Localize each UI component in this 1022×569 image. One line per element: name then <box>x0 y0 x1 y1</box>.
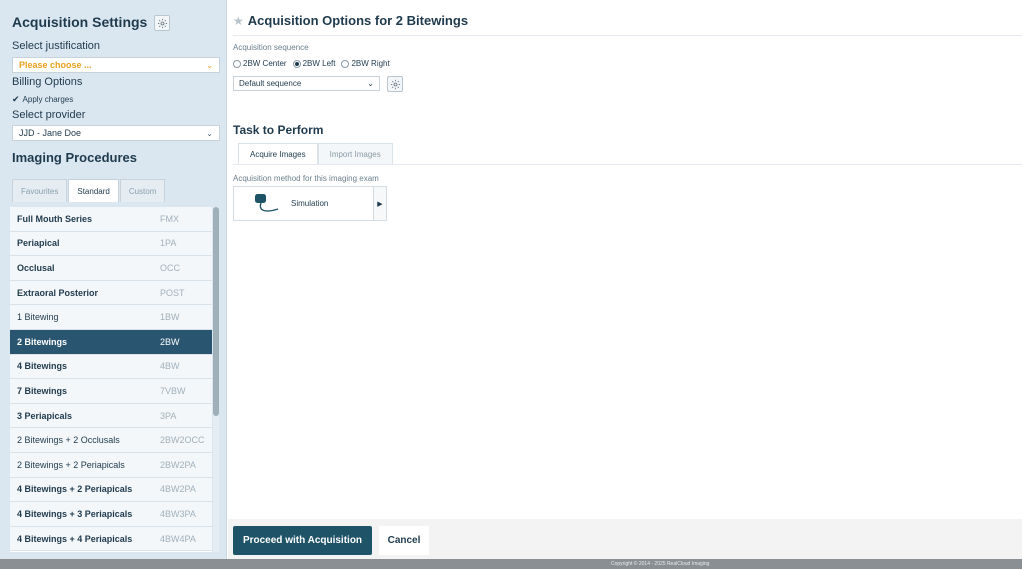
radio-dot <box>341 59 350 68</box>
radio-2bw-right[interactable]: 2BW Right <box>341 59 390 68</box>
procedure-list: Full Mouth Series FMX Periapical 1PA Occlu… <box>10 207 212 552</box>
settings-title: Acquisition Settings <box>12 14 148 30</box>
list-item[interactable]: Occlusal OCC <box>10 256 212 281</box>
settings-gear-button[interactable] <box>154 15 171 32</box>
sequence-label: Acquisition sequence <box>233 43 309 52</box>
method-label: Acquisition method for this imaging exam <box>233 174 379 183</box>
page-title-row: ★ Acquisition Options for 2 Bitewings <box>233 13 468 28</box>
justification-select[interactable]: Please choose ... ⌄ <box>12 57 220 73</box>
check-icon: ✔ <box>12 94 20 104</box>
justification-value: Please choose ... <box>19 60 92 70</box>
sequence-select[interactable]: Default sequence ⌄ <box>233 76 380 91</box>
method-value: Simulation <box>291 199 329 208</box>
billing-label: Billing Options <box>12 76 83 88</box>
list-item[interactable]: Extraoral Posterior POST <box>10 280 212 306</box>
sensor-icon <box>255 193 279 212</box>
tab-acquire-images[interactable]: Acquire Images <box>238 143 318 164</box>
gear-icon <box>390 79 400 89</box>
radio-2bw-left[interactable]: 2BW Left <box>292 59 335 68</box>
procedure-list-scrollbar[interactable] <box>213 207 219 552</box>
list-item[interactable]: 1 Bitewing 1BW <box>10 305 212 330</box>
sequence-value: Default sequence <box>239 79 302 88</box>
tab-standard[interactable]: Standard <box>68 179 119 202</box>
list-item[interactable]: 4 Bitewings + 3 Periapicals 4BW3PA <box>10 502 212 527</box>
page-title: Acquisition Options for 2 Bitewings <box>247 13 469 28</box>
apply-charges-checkbox[interactable]: ✔ Apply charges <box>12 94 73 105</box>
sequence-settings-button[interactable] <box>387 76 403 92</box>
tab-custom[interactable]: Custom <box>119 179 166 202</box>
list-item[interactable]: 2 Bitewings + 2 Periapicals 2BW2PA <box>10 452 212 478</box>
scrollbar-thumb[interactable] <box>213 207 219 416</box>
acquisition-options-panel: ★ Acquisition Options for 2 Bitewings Ac… <box>228 0 1022 559</box>
radio-dot <box>233 59 241 68</box>
procedure-tabs: Favourites Standard Custom <box>12 179 166 202</box>
chevron-down-icon: ⌄ <box>367 79 374 88</box>
list-item[interactable]: Full Mouth Series FMX <box>10 207 212 232</box>
list-item[interactable]: 4 Bitewings + 2 Periapicals 4BW2PA <box>10 477 212 503</box>
settings-title-row: Acquisition Settings <box>12 14 171 32</box>
settings-panel: Acquisition Settings Select justificatio… <box>0 0 227 559</box>
list-item[interactable]: 7 Bitewings 7VBW <box>10 379 212 404</box>
cancel-button[interactable]: Cancel <box>379 526 429 555</box>
proceed-with-acquisition-button[interactable]: Proceed with Acquisition <box>233 526 372 555</box>
imaging-procedures-title: Imaging Procedures <box>12 150 137 165</box>
list-item[interactable]: 4 Bitewings 4BW <box>10 354 212 380</box>
justification-label: Select justification <box>12 40 101 52</box>
radio-2bw-center[interactable]: 2BW Center <box>233 59 287 68</box>
list-item[interactable]: 3 Periapicals 3PA <box>10 403 212 429</box>
divider <box>233 164 1022 165</box>
tab-import-images[interactable]: Import Images <box>317 143 393 164</box>
provider-select[interactable]: JJD - Jane Doe ⌄ <box>12 125 220 141</box>
provider-label: Select provider <box>12 109 86 121</box>
provider-value: JJD - Jane Doe <box>19 128 82 138</box>
divider <box>233 35 1022 36</box>
list-item[interactable]: Periapical 1PA <box>10 231 212 257</box>
chevron-down-icon: ⌄ <box>206 60 213 70</box>
sequence-radio-group: 2BW Center 2BW Left 2BW Right <box>233 59 396 68</box>
list-item-selected[interactable]: 2 Bitewings 2BW <box>10 329 212 355</box>
chevron-right-icon[interactable]: ▶ <box>373 187 386 220</box>
list-item[interactable]: 2 Bitewings + 2 Occlusals 2BW2OCC <box>10 428 212 453</box>
gear-icon <box>157 18 167 28</box>
footer: Copyright © 2014 - 2025 RealCloud Imagin… <box>0 559 1022 569</box>
apply-charges-label: Apply charges <box>22 95 74 104</box>
acquisition-method-simulation[interactable]: Simulation ▶ <box>233 186 387 221</box>
list-item[interactable]: 4 Bitewings + 4 Periapicals 4BW4PA <box>10 526 212 552</box>
chevron-down-icon: ⌄ <box>206 128 213 138</box>
star-icon[interactable]: ★ <box>233 14 244 28</box>
copyright-text: Copyright © 2014 - 2025 RealCloud Imagin… <box>611 561 710 567</box>
task-tabs: Acquire Images Import Images <box>238 143 393 164</box>
radio-dot <box>292 59 301 68</box>
task-title: Task to Perform <box>233 123 324 137</box>
tab-favourites[interactable]: Favourites <box>12 179 68 202</box>
